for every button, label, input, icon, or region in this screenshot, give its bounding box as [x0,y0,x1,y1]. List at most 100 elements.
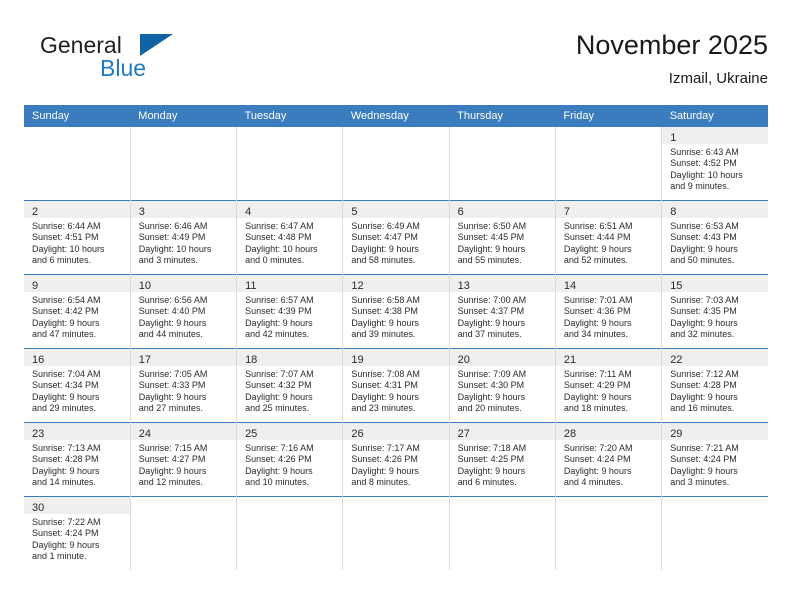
day-number: 29 [670,428,683,440]
calendar-day-cell[interactable]: 1 Sunrise: 6:43 AM Sunset: 4:52 PM Daylight… [661,127,768,201]
calendar-day-cell[interactable]: 29 Sunrise: 7:21 AM Sunset: 4:24 PM Dayligh… [661,422,768,497]
day-number: 11 [245,280,257,292]
sunrise-text: Sunrise: 6:53 AM [670,221,739,231]
calendar-day-cell[interactable]: 21 Sunrise: 7:11 AM Sunset: 4:29 PM Dayligh… [554,348,662,423]
daylight-text-line2: and 6 minutes. [457,477,517,488]
calendar-day-cell[interactable]: 8 Sunrise: 6:53 AM Sunset: 4:43 PM Daylight… [661,200,768,275]
sunset-text: Sunset: 4:51 PM [32,232,99,243]
calendar-day-cell[interactable]: 28 Sunrise: 7:20 AM Sunset: 4:24 PM Dayligh… [554,422,662,497]
day-number: 4 [245,206,252,218]
day-number-band: 5 [343,201,449,218]
daylight-text-line1: Daylight: 9 hours [32,539,100,550]
daylight-text-line2: and 37 minutes. [457,329,522,340]
calendar-day-cell[interactable]: 19 Sunrise: 7:08 AM Sunset: 4:31 PM Dayligh… [342,348,450,423]
sunset-text: Sunset: 4:29 PM [563,380,631,391]
day-number: 25 [245,428,258,440]
day-sun-info: Sunrise: 7:08 AM Sunset: 4:31 PM Daylight:… [343,366,448,415]
day-number-band: 30 [24,497,130,514]
sunset-text: Sunset: 4:49 PM [138,232,206,243]
day-number-band: 8 [662,201,768,218]
calendar-week-row: 9 Sunrise: 6:54 AM Sunset: 4:42 PM Daylight… [24,274,768,349]
month-calendar-table: Sunday Monday Tuesday Wednesday Thursday Frid… [24,105,768,570]
sunrise-text: Sunrise: 7:15 AM [138,443,208,453]
sunrise-text: Sunrise: 6:58 AM [351,295,420,305]
calendar-week-row: 2 Sunrise: 6:44 AM Sunset: 4:51 PM Daylight… [24,200,768,275]
calendar-day-cell[interactable]: 9 Sunrise: 6:54 AM Sunset: 4:42 PM Daylight… [24,274,131,349]
day-sun-info: Sunrise: 6:43 AM Sunset: 4:52 PM Daylight:… [662,144,768,193]
day-number: 28 [563,428,577,440]
sunset-text: Sunset: 4:27 PM [138,454,206,465]
calendar-day-cell[interactable]: 10 Sunrise: 6:56 AM Sunset: 4:40 PM Dayligh… [129,274,237,349]
calendar-day-cell[interactable]: 30 Sunrise: 7:22 AM Sunset: 4:24 PM Dayligh… [24,496,131,570]
calendar-day-cell-empty [661,496,768,570]
sunset-text: Sunset: 4:42 PM [32,306,99,317]
calendar-day-cell-empty [448,127,556,201]
day-number-band: 13 [449,275,555,292]
calendar-day-cell[interactable]: 14 Sunrise: 7:01 AM Sunset: 4:36 PM Dayligh… [554,274,662,349]
sunset-text: Sunset: 4:35 PM [670,306,737,317]
sunset-text: Sunset: 4:44 PM [563,232,631,243]
day-number: 8 [670,206,677,218]
sunset-text: Sunset: 4:33 PM [138,380,206,391]
calendar-day-cell[interactable]: 5 Sunrise: 6:49 AM Sunset: 4:47 PM Daylight… [342,200,450,275]
daylight-text-line2: and 42 minutes. [245,329,310,340]
calendar-day-cell[interactable]: 20 Sunrise: 7:09 AM Sunset: 4:30 PM Dayligh… [448,348,556,423]
sunset-text: Sunset: 4:28 PM [670,380,737,391]
day-number-band: 24 [130,423,237,440]
sunset-text: Sunset: 4:45 PM [457,232,525,243]
daylight-text-line1: Daylight: 9 hours [563,317,632,328]
day-number-band: 14 [555,275,662,292]
sunrise-text: Sunrise: 7:17 AM [351,443,420,453]
weekday-header-row: Sunday Monday Tuesday Wednesday Thursday Frid… [24,105,768,127]
sunrise-text: Sunrise: 6:43 AM [670,147,739,157]
daylight-text-line2: and 18 minutes. [563,403,628,414]
calendar-day-cell[interactable]: 12 Sunrise: 6:58 AM Sunset: 4:38 PM Dayligh… [342,274,450,349]
day-number: 19 [351,354,364,366]
day-sun-info: Sunrise: 6:49 AM Sunset: 4:47 PM Daylight:… [343,218,448,267]
sunset-text: Sunset: 4:47 PM [351,232,418,243]
calendar-day-cell[interactable]: 4 Sunrise: 6:47 AM Sunset: 4:48 PM Daylight… [236,200,343,275]
calendar-day-cell[interactable]: 26 Sunrise: 7:17 AM Sunset: 4:26 PM Dayligh… [342,422,450,497]
calendar-day-cell[interactable]: 13 Sunrise: 7:00 AM Sunset: 4:37 PM Dayligh… [448,274,556,349]
calendar-day-cell[interactable]: 25 Sunrise: 7:16 AM Sunset: 4:26 PM Dayligh… [236,422,343,497]
calendar-day-cell[interactable]: 18 Sunrise: 7:07 AM Sunset: 4:32 PM Dayligh… [236,348,343,423]
day-number-band: 18 [237,349,343,366]
sunset-text: Sunset: 4:48 PM [245,232,312,243]
day-sun-info: Sunrise: 6:57 AM Sunset: 4:39 PM Daylight:… [237,292,342,341]
day-number-band: 4 [237,201,343,218]
calendar-day-cell[interactable]: 6 Sunrise: 6:50 AM Sunset: 4:45 PM Daylight… [448,200,556,275]
day-sun-info: Sunrise: 6:50 AM Sunset: 4:45 PM Daylight:… [450,218,555,267]
calendar-day-cell[interactable]: 16 Sunrise: 7:04 AM Sunset: 4:34 PM Dayligh… [24,348,131,423]
calendar-day-cell[interactable]: 27 Sunrise: 7:18 AM Sunset: 4:25 PM Dayligh… [448,422,556,497]
calendar-day-cell[interactable]: 22 Sunrise: 7:12 AM Sunset: 4:28 PM Dayligh… [661,348,768,423]
calendar-day-cell[interactable]: 23 Sunrise: 7:13 AM Sunset: 4:28 PM Dayligh… [24,422,131,497]
sunset-text: Sunset: 4:36 PM [563,306,631,317]
calendar-day-cell[interactable]: 15 Sunrise: 7:03 AM Sunset: 4:35 PM Dayligh… [661,274,768,349]
sunrise-text: Sunrise: 7:07 AM [245,369,314,379]
day-sun-info: Sunrise: 7:13 AM Sunset: 4:28 PM Daylight:… [24,440,130,489]
day-number-band: 15 [662,275,768,292]
day-number-band: 10 [130,275,237,292]
sunset-text: Sunset: 4:24 PM [32,528,99,539]
weekday-header-saturday: Saturday [661,105,768,127]
calendar-day-cell[interactable]: 7 Sunrise: 6:51 AM Sunset: 4:44 PM Daylight… [554,200,662,275]
day-number-band: 7 [555,201,662,218]
day-number-band: 28 [555,423,662,440]
general-blue-logo[interactable]: General Blue [40,32,220,90]
day-sun-info: Sunrise: 7:07 AM Sunset: 4:32 PM Daylight:… [237,366,342,415]
calendar-day-cell[interactable]: 3 Sunrise: 6:46 AM Sunset: 4:49 PM Daylight… [129,200,237,275]
day-number: 15 [670,280,683,292]
day-sun-info: Sunrise: 6:51 AM Sunset: 4:44 PM Daylight:… [556,218,661,267]
calendar-day-cell[interactable]: 11 Sunrise: 6:57 AM Sunset: 4:39 PM Dayligh… [236,274,343,349]
daylight-text-line1: Daylight: 9 hours [138,465,207,476]
calendar-day-cell[interactable]: 24 Sunrise: 7:15 AM Sunset: 4:27 PM Dayligh… [129,422,237,497]
day-sun-info: Sunrise: 7:21 AM Sunset: 4:24 PM Daylight:… [662,440,768,489]
calendar-day-cell-empty [129,496,237,570]
daylight-text-line1: Daylight: 9 hours [351,317,419,328]
day-number: 20 [457,354,470,366]
calendar-day-cell[interactable]: 2 Sunrise: 6:44 AM Sunset: 4:51 PM Daylight… [24,200,131,275]
calendar-day-cell[interactable]: 17 Sunrise: 7:05 AM Sunset: 4:33 PM Dayligh… [129,348,237,423]
sunset-text: Sunset: 4:28 PM [32,454,99,465]
sunrise-text: Sunrise: 6:46 AM [138,221,208,231]
daylight-text-line1: Daylight: 10 hours [245,243,318,254]
